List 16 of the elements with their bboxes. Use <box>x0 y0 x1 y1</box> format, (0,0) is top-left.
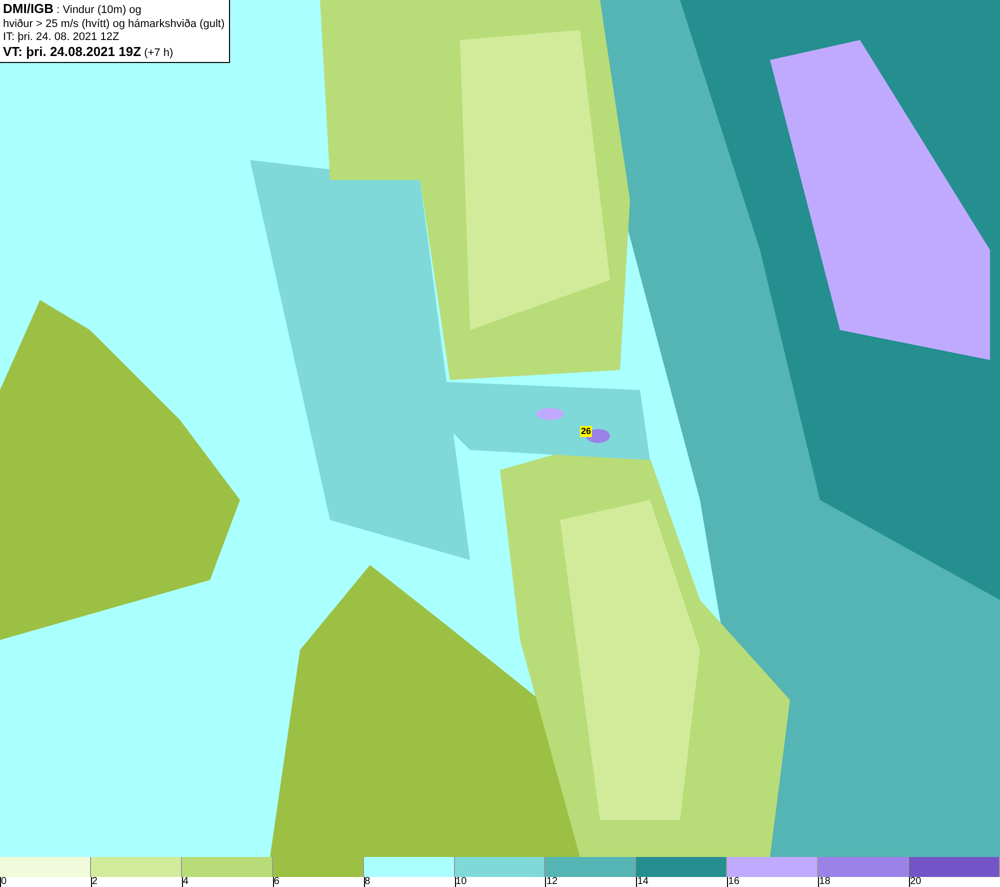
gust-label: 26 <box>580 426 592 437</box>
legend-tick: 16 <box>728 876 740 887</box>
legend-tick: 0 <box>1 876 7 887</box>
legend-tick: 2 <box>92 876 98 887</box>
legend-tick: 18 <box>819 876 830 887</box>
map-title: DMI/IGB : Vindur (10m) og <box>3 2 142 18</box>
valid-time: VT: þri. 24.08.2021 19Z (+7 h) <box>3 44 174 60</box>
legend-tick: 4 <box>182 876 188 887</box>
map-subtitle: hviður > 25 m/s (hvítt) og hámarkshviða (gult) <box>3 18 225 31</box>
legend-tick: 10 <box>456 876 467 887</box>
legend-tick: 14 <box>637 876 648 887</box>
legend-tick: 6 <box>274 876 280 887</box>
legend-tick: 8 <box>364 876 370 887</box>
issue-time: IT: þri. 24. 08. 2021 12Z <box>3 31 120 44</box>
legend-tick: 20 <box>910 876 922 887</box>
legend-tick: 12 <box>546 876 558 887</box>
